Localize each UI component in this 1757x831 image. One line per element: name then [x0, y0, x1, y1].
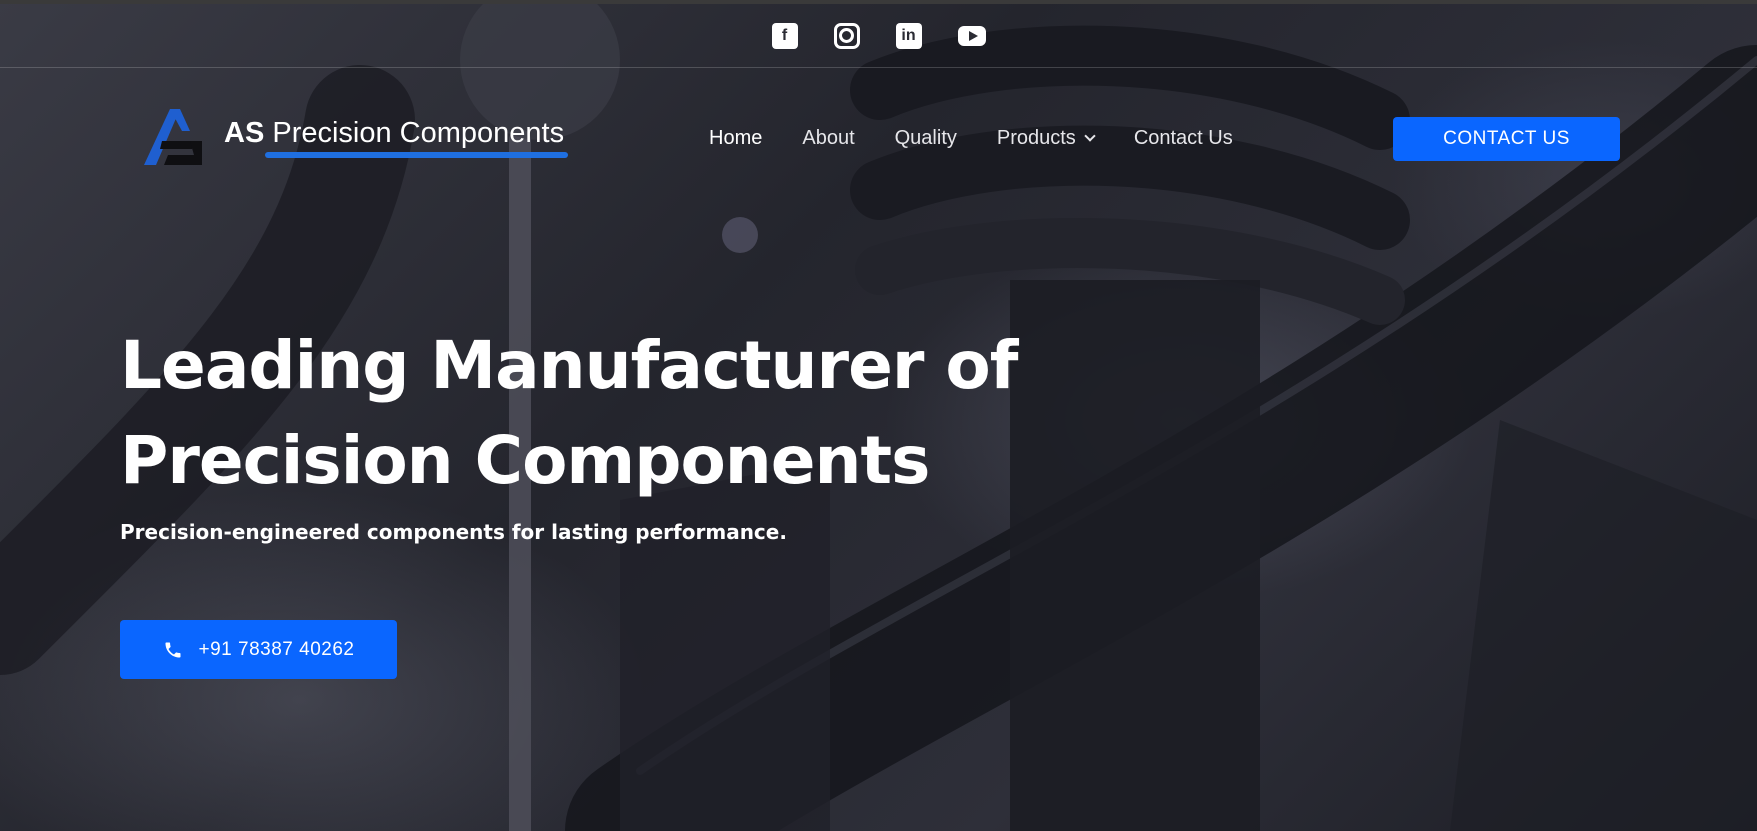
- phone-call-button[interactable]: +91 78387 40262: [120, 620, 397, 679]
- phone-number-label: +91 78387 40262: [198, 638, 355, 660]
- hero-title-line2: Precision Components: [120, 422, 930, 499]
- instagram-icon[interactable]: [833, 22, 860, 49]
- nav-item-contact-us[interactable]: Contact Us: [1134, 127, 1233, 150]
- brand-name: AS Precision Components: [224, 116, 569, 158]
- hero-subtitle: Precision-engineered components for last…: [120, 520, 787, 544]
- brand-name-rest: Precision Components: [264, 116, 565, 149]
- hero-title-line1: Leading Manufacturer of: [120, 327, 1018, 404]
- nav-item-quality[interactable]: Quality: [895, 127, 957, 150]
- chevron-down-icon: [1084, 130, 1096, 142]
- social-bar: f in: [0, 4, 1757, 68]
- brand-underline: [265, 151, 569, 158]
- brand-name-bold: AS: [224, 116, 265, 149]
- site-logo[interactable]: AS Precision Components: [140, 105, 569, 169]
- hero-title: Leading Manufacturer of Precision Compon…: [120, 318, 1020, 508]
- nav-item-products-label: Products: [996, 127, 1076, 149]
- youtube-icon[interactable]: [957, 25, 986, 46]
- site-header: AS Precision Components Home About Quali…: [0, 105, 1757, 171]
- nav-item-products[interactable]: Products: [996, 127, 1096, 150]
- nav-item-about[interactable]: About: [802, 127, 854, 150]
- nav-item-home[interactable]: Home: [709, 127, 762, 150]
- contact-us-button[interactable]: CONTACT US: [1393, 117, 1620, 161]
- as-logo-mark-icon: [144, 109, 202, 165]
- linkedin-icon[interactable]: in: [895, 22, 922, 49]
- main-nav: Home About Quality Products Contact Us: [709, 127, 1233, 150]
- facebook-icon[interactable]: f: [771, 22, 798, 49]
- phone-icon: [165, 642, 181, 657]
- hero-section: Leading Manufacturer of Precision Compon…: [120, 318, 1020, 544]
